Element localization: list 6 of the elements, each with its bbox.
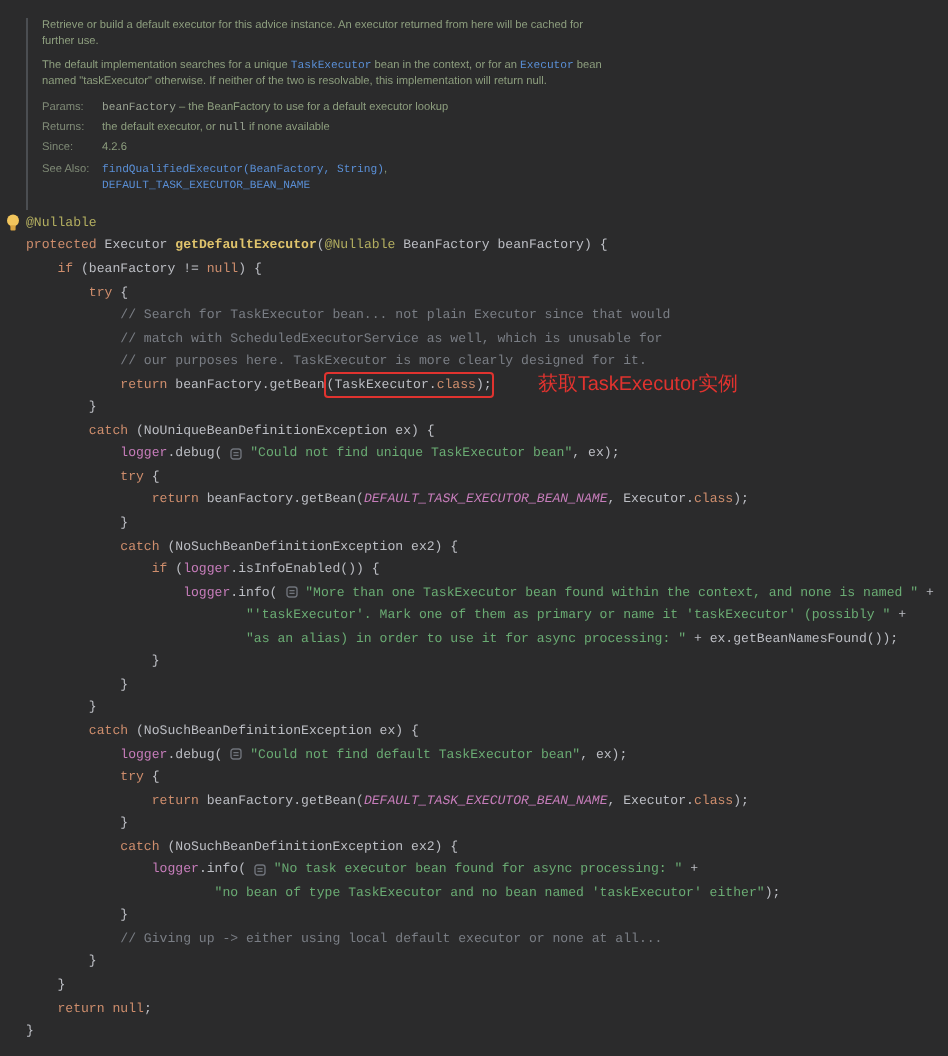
annotation-text: 获取TaskExecutor实例 xyxy=(537,373,738,396)
inlay-hint-icon xyxy=(253,863,266,875)
inlay-hint-icon xyxy=(230,447,243,460)
inlay-hint-icon xyxy=(230,747,243,760)
inlay-hint-icon xyxy=(285,585,298,598)
lightbulb-icon[interactable] xyxy=(6,213,20,232)
